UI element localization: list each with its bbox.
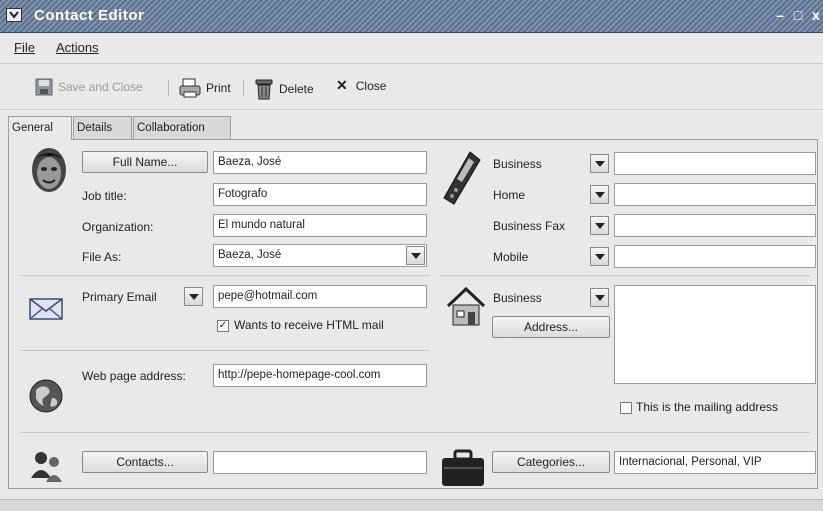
file-as-label: File As: [82,250,122,264]
organization-field[interactable]: El mundo natural [213,214,427,237]
categories-field[interactable]: Internacional, Personal, VIP [614,451,816,474]
menu-bar [0,33,823,63]
toolbar-separator [168,80,169,96]
menu-actions-label: Actions [56,40,99,55]
save-close-button[interactable]: Save and Close [34,77,143,97]
contacts-button-label: Contacts... [116,455,174,469]
print-icon [179,78,201,98]
contacts-field[interactable] [213,451,427,474]
status-bar [0,499,823,511]
delete-button[interactable]: Delete [253,77,314,101]
file-as-dropdown-button[interactable] [406,246,425,265]
contacts-people-icon [28,448,68,487]
full-name-button[interactable]: Full Name... [82,151,208,173]
window-menu-icon[interactable] [6,8,22,22]
job-title-field[interactable]: Fotografo [213,183,427,206]
address-type-dropdown[interactable] [590,288,609,307]
phone-type-dropdown[interactable] [590,154,609,173]
minimize-button[interactable]: – [772,7,788,23]
mailing-address-label: This is the mailing address [636,400,779,414]
categories-button-label: Categories... [516,455,586,469]
phone-label-business: Business [493,157,542,171]
close-x-icon: ✕ [336,77,348,93]
section-separator [20,275,430,276]
delete-icon [255,79,273,100]
address-button-label: Address... [523,320,579,334]
web-page-field[interactable]: http://pepe-homepage-cool.com [213,364,427,387]
email-envelope-icon [28,296,64,325]
html-mail-checkbox[interactable]: ✓ [217,320,229,332]
tab-details[interactable]: Details [73,116,132,139]
primary-email-label: Primary Email [82,290,157,304]
save-icon [35,78,53,96]
full-name-button-label: Full Name... [112,155,178,169]
phone-type-dropdown[interactable] [590,216,609,235]
house-icon [446,286,486,331]
section-separator [20,350,430,351]
maximize-button[interactable]: □ [790,7,806,23]
address-textarea[interactable] [614,285,816,384]
menu-file-label: File [14,40,35,55]
html-mail-label: Wants to receive HTML mail [234,318,384,332]
phone-field-business[interactable] [614,152,816,175]
tab-collaboration[interactable]: Collaboration [133,116,231,139]
print-button[interactable]: Print [178,77,231,99]
close-window-button[interactable]: x [808,7,823,23]
tab-general[interactable]: General [8,116,72,140]
menu-actions[interactable]: Actions [56,40,99,55]
address-button[interactable]: Address... [492,316,610,338]
section-separator [440,275,810,276]
phone-type-dropdown[interactable] [590,247,609,266]
categories-button[interactable]: Categories... [492,451,610,473]
address-type-label: Business [493,291,542,305]
email-field[interactable]: pepe@hotmail.com [213,285,427,308]
email-type-dropdown[interactable] [184,287,203,306]
phone-label-home: Home [493,188,526,202]
close-label: Close [355,78,387,93]
phone-field-home[interactable] [614,183,816,206]
phone-icon [436,146,486,213]
phone-label-business-fax: Business Fax [493,219,566,233]
job-title-label: Job title: [82,189,127,203]
phone-field-mobile[interactable] [614,245,816,268]
contacts-button[interactable]: Contacts... [82,451,208,473]
mailing-address-checkbox[interactable] [620,402,632,414]
toolbar-separator [243,80,244,96]
globe-icon [28,378,64,417]
close-button[interactable]: ✕ Close [336,77,386,94]
file-as-combo[interactable]: Baeza, José [213,244,427,267]
section-separator [20,432,810,433]
contact-face-icon [28,146,70,201]
save-close-label: Save and Close [58,80,143,94]
phone-type-dropdown[interactable] [590,185,609,204]
organization-label: Organization: [82,220,154,234]
menu-file[interactable]: File [14,40,35,55]
window-title: Contact Editor [34,7,145,24]
print-label: Print [206,81,231,95]
delete-label: Delete [279,82,314,96]
briefcase-icon [440,449,486,492]
phone-label-mobile: Mobile [493,250,529,264]
full-name-field[interactable]: Baeza, José [213,151,427,174]
phone-field-business-fax[interactable] [614,214,816,237]
web-page-label: Web page address: [82,369,186,383]
